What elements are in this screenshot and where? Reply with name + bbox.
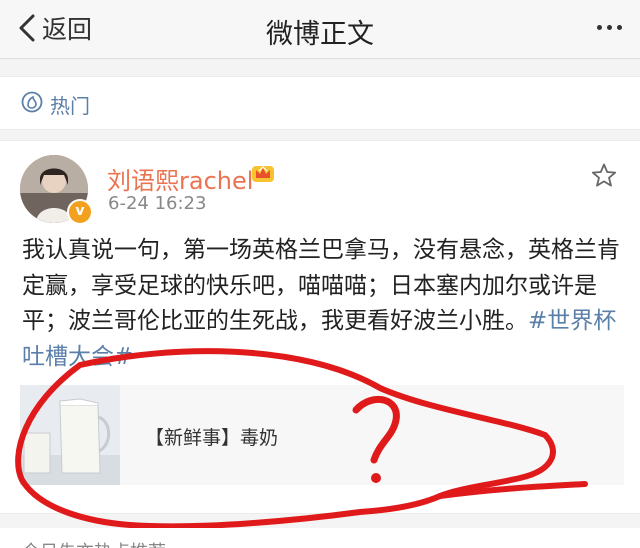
crown-badge-icon: [252, 166, 274, 182]
navigation-bar: 返回 微博正文: [0, 0, 640, 59]
link-card[interactable]: 【新鲜事】毒奶: [20, 385, 624, 485]
more-icon[interactable]: [597, 25, 622, 30]
post-time: 6-24 16:23: [108, 193, 207, 214]
hot-section-header[interactable]: 热门: [0, 76, 640, 130]
hot-icon: [21, 91, 43, 113]
milk-thumbnail: [20, 385, 120, 485]
star-icon[interactable]: [590, 162, 618, 190]
next-feed-item[interactable]: 今日先亦热点推荐: [0, 528, 640, 548]
weibo-post: v 刘语熙rachel 6-24 16:23 我认真说一句，第一场英格兰巴拿马，…: [0, 140, 640, 514]
next-item-text: 今日先亦热点推荐: [22, 538, 166, 548]
user-name[interactable]: 刘语熙rachel: [107, 161, 253, 196]
post-text: 我认真说一句，第一场英格兰巴拿马，没有悬念，英格兰肯定赢，享受足球的快乐吧，喵喵…: [22, 233, 626, 375]
verified-badge: v: [67, 199, 93, 225]
hot-label: 热门: [50, 94, 90, 118]
page-title: 微博正文: [266, 19, 374, 50]
card-title: 【新鲜事】毒奶: [145, 427, 279, 449]
